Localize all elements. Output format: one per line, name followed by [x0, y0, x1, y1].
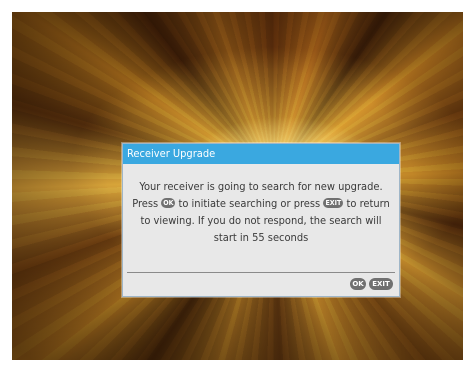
exit-button[interactable]: EXIT	[369, 278, 393, 290]
exit-key-icon: EXIT	[323, 198, 344, 208]
ok-key-icon: OK	[161, 198, 176, 208]
tv-background: Receiver Upgrade Your receiver is going …	[12, 12, 463, 360]
dialog-title: Receiver Upgrade	[123, 144, 399, 164]
dialog-message: Your receiver is going to search for new…	[129, 178, 393, 246]
message-part-2: to initiate searching or press	[175, 197, 324, 210]
dialog-buttons: OK EXIT	[350, 278, 393, 290]
receiver-upgrade-dialog: Receiver Upgrade Your receiver is going …	[122, 143, 400, 297]
dialog-divider	[127, 272, 395, 273]
ok-button[interactable]: OK	[350, 278, 366, 290]
